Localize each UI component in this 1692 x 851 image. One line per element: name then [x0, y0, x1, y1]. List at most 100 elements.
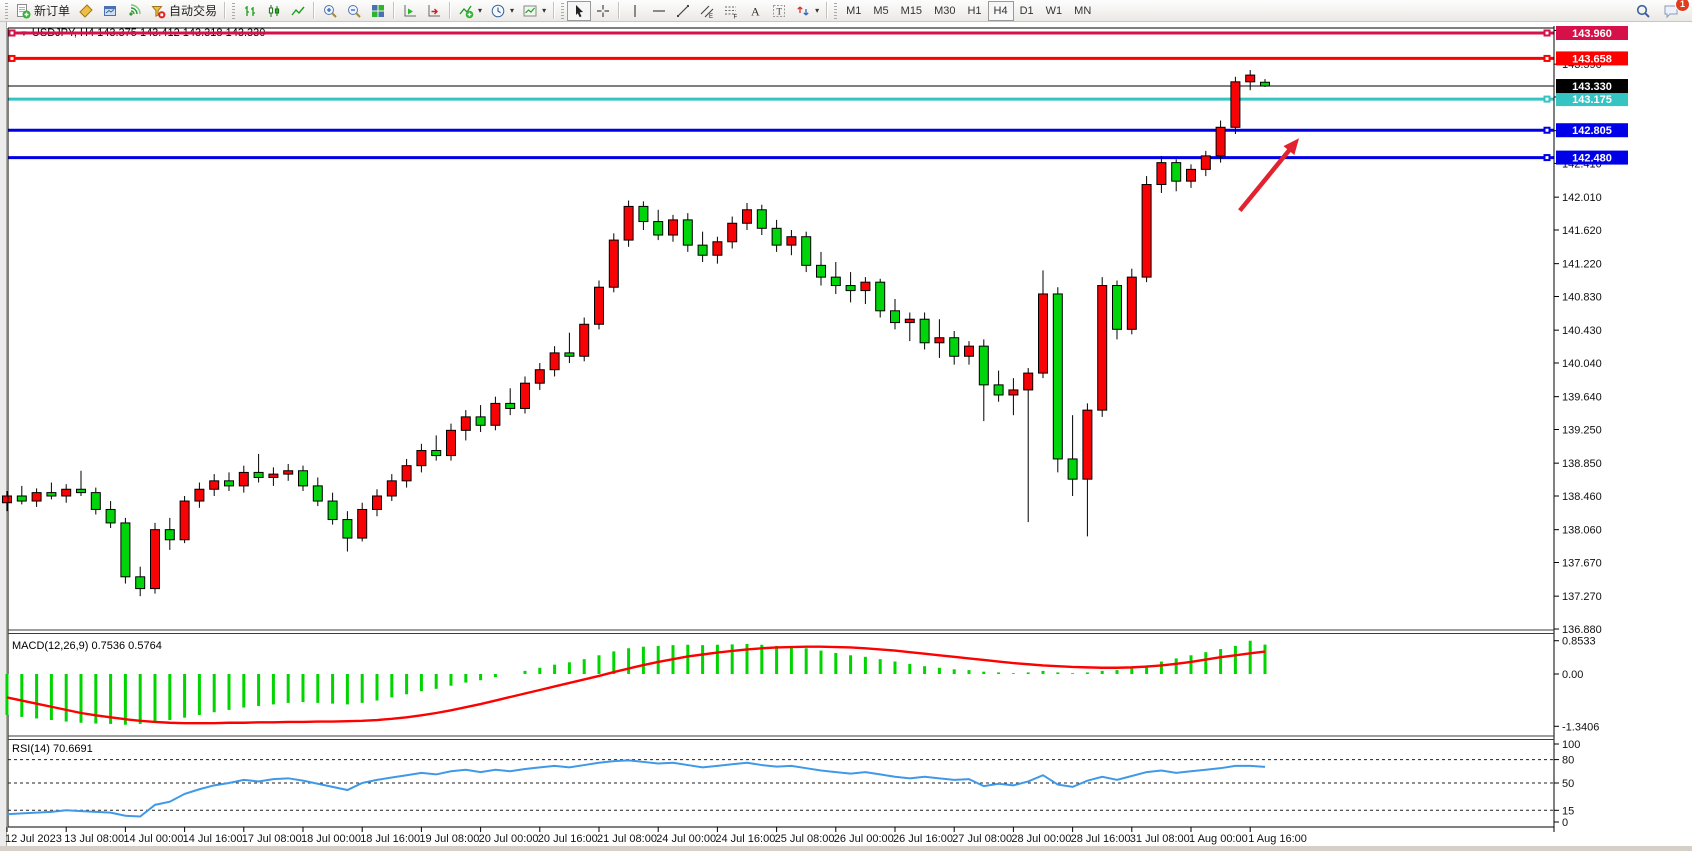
svg-text:F: F — [734, 14, 738, 19]
horizontal-line-tool-button[interactable] — [647, 1, 671, 21]
price-axis[interactable]: 143.990143.590143.200142.800142.410142.0… — [1554, 25, 1602, 636]
candle-body — [772, 228, 781, 245]
chevron-down-icon: ▾ — [542, 7, 546, 15]
candle-body — [757, 210, 766, 229]
candle-body — [1157, 163, 1166, 185]
chart-shift-button[interactable] — [422, 1, 446, 21]
candle-body — [595, 287, 604, 324]
zoom-out-button[interactable] — [342, 1, 366, 21]
toolbar-grip[interactable] — [561, 3, 564, 19]
candle-body — [210, 481, 219, 489]
trend-arrow[interactable] — [1240, 144, 1294, 210]
zoom-in-button[interactable] — [318, 1, 342, 21]
indicators-icon — [458, 3, 474, 19]
candle-body — [269, 474, 278, 477]
text-tool-button[interactable]: A — [743, 1, 767, 21]
toolbar-grip[interactable] — [5, 3, 8, 19]
channel-tool-button[interactable]: E — [695, 1, 719, 21]
toolbar-right: 1 — [1631, 1, 1690, 21]
cursor-icon — [571, 3, 587, 19]
candle-body — [165, 530, 174, 540]
price-tick-label: 140.430 — [1562, 325, 1602, 337]
timeframe-button-M1[interactable]: M1 — [840, 1, 867, 21]
search-button[interactable] — [1631, 1, 1655, 21]
candle-body — [343, 520, 352, 539]
line-handle-center — [1546, 57, 1549, 60]
auto-scroll-button[interactable] — [398, 1, 422, 21]
candle-body — [1113, 286, 1122, 330]
candle-body — [713, 242, 722, 255]
tile-windows-icon — [370, 3, 386, 19]
auto-trading-button[interactable]: 自动交易 — [146, 1, 221, 21]
timeframe-button-D1[interactable]: D1 — [1014, 1, 1040, 21]
candle-body — [1246, 75, 1255, 82]
profiles-button[interactable] — [98, 1, 122, 21]
search-icon — [1635, 3, 1651, 19]
trendline-tool-button[interactable] — [671, 1, 695, 21]
time-tick-label: 20 Jul 16:00 — [538, 833, 598, 845]
macd-axis-label: -1.3406 — [1562, 721, 1599, 733]
candle-body — [1172, 163, 1181, 182]
crosshair-tool-button[interactable] — [591, 1, 615, 21]
candle-body — [817, 265, 826, 277]
templates-button[interactable]: ▾ — [518, 1, 550, 21]
chevron-down-icon: ▾ — [815, 7, 819, 15]
line-chart-icon — [290, 3, 306, 19]
timeframe-button-H1[interactable]: H1 — [961, 1, 987, 21]
price-chart-canvas[interactable]: 143.990143.590143.200142.800142.410142.0… — [0, 0, 1692, 851]
candle-body — [1083, 410, 1092, 479]
new-order-button[interactable]: 新订单 — [11, 1, 74, 21]
timeframe-button-M5[interactable]: M5 — [867, 1, 894, 21]
candle-body — [373, 496, 382, 509]
timeframe-button-MN[interactable]: MN — [1068, 1, 1097, 21]
vertical-line-tool-button[interactable] — [623, 1, 647, 21]
clock-icon — [490, 3, 506, 19]
bar-chart-button[interactable] — [238, 1, 262, 21]
fibonacci-tool-button[interactable]: F — [719, 1, 743, 21]
horizontal-line-objects[interactable] — [8, 30, 1554, 162]
candle-body — [328, 501, 337, 520]
candle-body — [861, 282, 870, 290]
separator — [313, 2, 315, 19]
toolbar-grip[interactable] — [834, 3, 837, 19]
candle-body — [580, 324, 589, 356]
price-tick-label: 140.830 — [1562, 291, 1602, 303]
timeframe-button-H4[interactable]: H4 — [988, 1, 1014, 21]
candle-body — [77, 489, 86, 492]
timeframe-button-W1[interactable]: W1 — [1040, 1, 1069, 21]
time-tick-label: 26 Jul 16:00 — [893, 833, 953, 845]
line-chart-button[interactable] — [286, 1, 310, 21]
chat-notification-badge[interactable]: 1 — [1675, 0, 1690, 12]
candle-body — [891, 311, 900, 323]
timeframe-button-M30[interactable]: M30 — [928, 1, 961, 21]
price-label-text: 143.658 — [1572, 53, 1612, 65]
separator — [553, 2, 555, 19]
candle-body — [417, 451, 426, 466]
periods-button[interactable]: ▾ — [486, 1, 518, 21]
text-label-icon: T — [771, 3, 787, 19]
timeframe-button-M15[interactable]: M15 — [895, 1, 928, 21]
vertical-line-icon — [627, 3, 643, 19]
zoom-in-icon — [322, 3, 338, 19]
arrows-tool-button[interactable]: ▾ — [791, 1, 823, 21]
time-axis[interactable]: 12 Jul 202313 Jul 08:0014 Jul 00:0014 Ju… — [5, 827, 1307, 845]
indicators-button[interactable]: ▾ — [454, 1, 486, 21]
price-tick-label: 139.640 — [1562, 392, 1602, 404]
candle-body — [461, 417, 470, 430]
signals-button[interactable] — [122, 1, 146, 21]
line-handle-center — [11, 57, 14, 60]
candle-body — [698, 245, 707, 255]
candle-body — [965, 346, 974, 356]
price-labels: 143.960143.658143.175142.805142.480143.3… — [1556, 26, 1628, 165]
cursor-tool-button[interactable] — [567, 1, 591, 21]
candle-chart-button[interactable] — [262, 1, 286, 21]
candle-body — [1009, 390, 1018, 395]
toolbar-grip[interactable] — [232, 3, 235, 19]
new-chart-button[interactable] — [74, 1, 98, 21]
candle-body — [1142, 185, 1151, 278]
text-label-tool-button[interactable]: T — [767, 1, 791, 21]
candle-body — [994, 385, 1003, 395]
tile-windows-button[interactable] — [366, 1, 390, 21]
text-icon: A — [747, 3, 763, 19]
candle-body — [387, 481, 396, 496]
